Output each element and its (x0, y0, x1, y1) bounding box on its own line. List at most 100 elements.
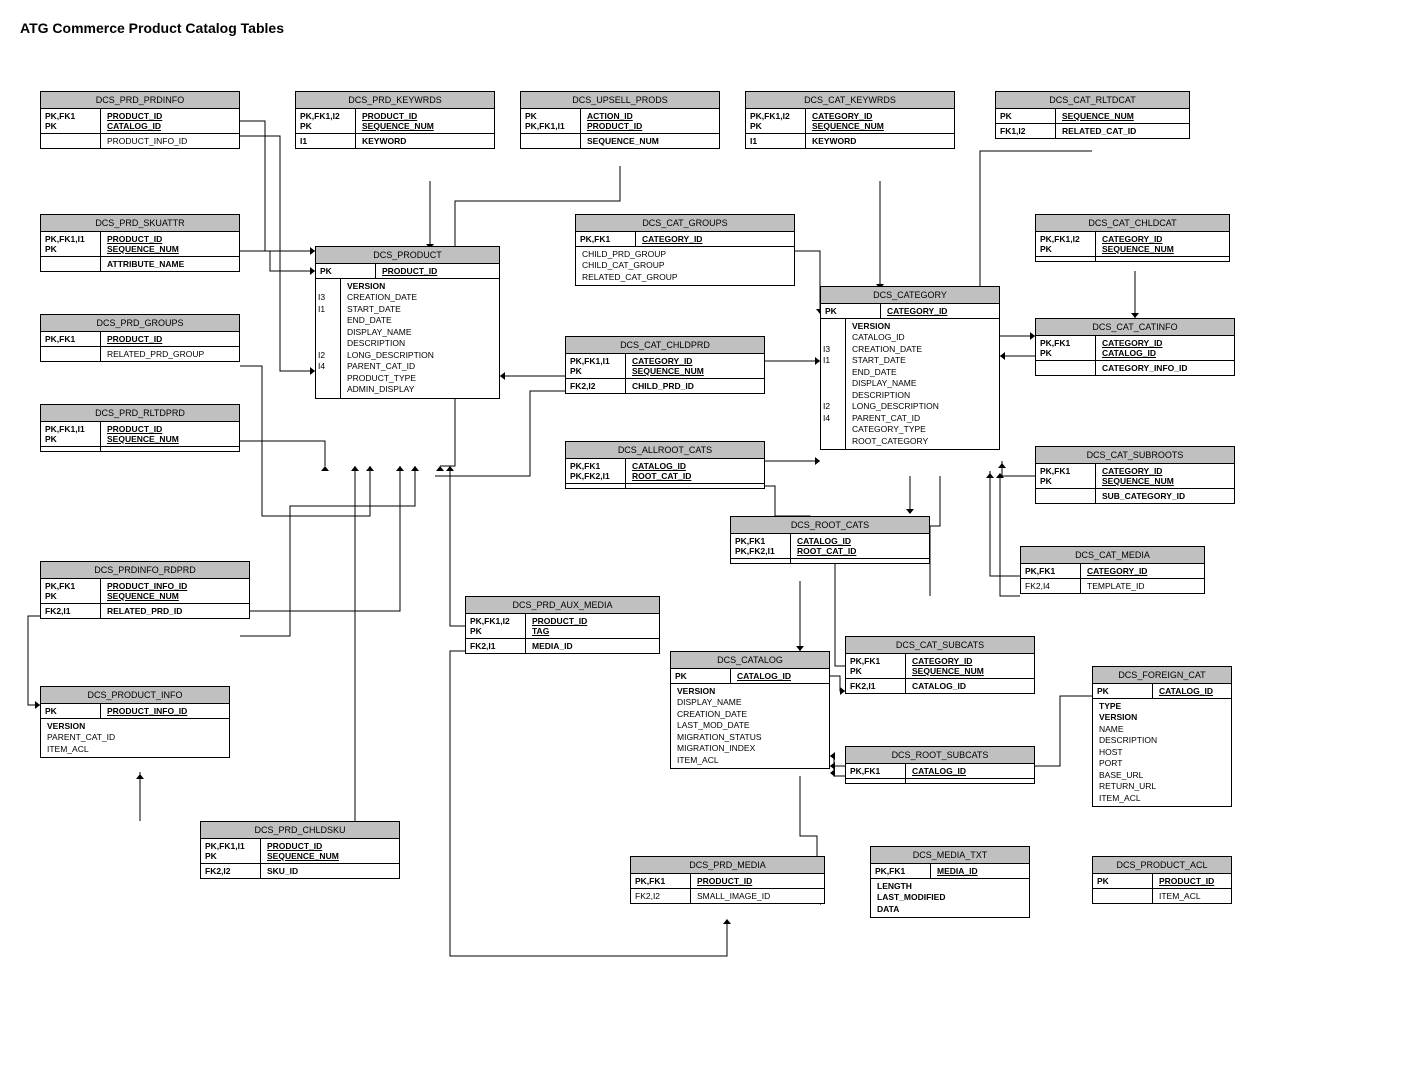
key-col: PK (1093, 874, 1153, 888)
column-name: CATEGORY_INFO_ID (1096, 361, 1234, 375)
column-name (1096, 257, 1229, 261)
entity-header: DCS_PRD_RLTDPRD (41, 405, 239, 422)
column-name: CHILD_PRD_ID (626, 379, 764, 393)
column-name: PRODUCT_INFO_IDSEQUENCE_NUM (101, 579, 249, 603)
key-col: PK (41, 704, 101, 718)
column-name: PRODUCT_INFO_ID (101, 704, 229, 718)
entity-header: DCS_PRODUCT_INFO (41, 687, 229, 704)
entity-media_txt: DCS_MEDIA_TXTPK,FK1MEDIA_IDLENGTHLAST_MO… (870, 846, 1030, 918)
key-col: PK (821, 304, 881, 318)
key-col: PK,FK1 (846, 764, 906, 778)
entity-header: DCS_ROOT_SUBCATS (846, 747, 1034, 764)
key-col: PK (316, 264, 376, 278)
entity-cat_subcats: DCS_CAT_SUBCATSPK,FK1PKCATEGORY_IDSEQUEN… (845, 636, 1035, 694)
entity-header: DCS_CAT_RLTDCAT (996, 92, 1189, 109)
column-name: PRODUCT_IDSEQUENCE_NUM (101, 232, 239, 256)
key-col: PK,FK1,I2PK (466, 614, 526, 638)
entity-cat_media: DCS_CAT_MEDIAPK,FK1CATEGORY_IDFK2,I4TEMP… (1020, 546, 1205, 594)
entity-header: DCS_CAT_MEDIA (1021, 547, 1204, 564)
column-name: PRODUCT_INFO_ID (101, 134, 239, 148)
key-col: PKPK,FK1,I1 (521, 109, 581, 133)
column-name: CATEGORY_IDSEQUENCE_NUM (1096, 464, 1234, 488)
column-name: SMALL_IMAGE_ID (691, 889, 824, 903)
key-col (731, 559, 791, 563)
entity-prd_keywrds: DCS_PRD_KEYWRDSPK,FK1,I2PKPRODUCT_IDSEQU… (295, 91, 495, 149)
entity-header: DCS_PRODUCT_ACL (1093, 857, 1231, 874)
diagram-canvas: DCS_PRD_PRDINFOPK,FK1PKPRODUCT_IDCATALOG… (20, 56, 1400, 1056)
entity-prd_prdinfo: DCS_PRD_PRDINFOPK,FK1PKPRODUCT_IDCATALOG… (40, 91, 240, 149)
entity-cat_keywrds: DCS_CAT_KEYWRDSPK,FK1,I2PKCATEGORY_IDSEQ… (745, 91, 955, 149)
column-name (101, 447, 239, 451)
entity-cat_groups: DCS_CAT_GROUPSPK,FK1CATEGORY_IDCHILD_PRD… (575, 214, 795, 286)
key-col: PK,FK1,I1PK (566, 354, 626, 378)
key-col: FK2,I4 (1021, 579, 1081, 593)
entity-category: DCS_CATEGORYPKCATEGORY_ID I3I1 I2I4 VERS… (820, 286, 1000, 450)
column-name: PRODUCT_ID (691, 874, 824, 888)
key-col (1093, 889, 1153, 903)
key-col: PK (671, 669, 731, 683)
key-col: PK,FK1PK (846, 654, 906, 678)
key-col: FK2,I2 (201, 864, 261, 878)
column-name: CATEGORY_ID (881, 304, 999, 318)
entity-aux_media: DCS_PRD_AUX_MEDIAPK,FK1,I2PKPRODUCT_IDTA… (465, 596, 660, 654)
entity-prd_skuattr: DCS_PRD_SKUATTRPK,FK1,I1PKPRODUCT_IDSEQU… (40, 214, 240, 272)
column-name: ATTRIBUTE_NAME (101, 257, 239, 271)
entity-product: DCS_PRODUCTPKPRODUCT_ID I3I1 I2I4 VERSIO… (315, 246, 500, 399)
key-col (1036, 489, 1096, 503)
column-name: SEQUENCE_NUM (581, 134, 719, 148)
column-name: PRODUCT_ID (376, 264, 499, 278)
key-col: FK2,I2 (566, 379, 626, 393)
column-name: RELATED_CAT_ID (1056, 124, 1189, 138)
key-col: PK,FK1PK,FK2,I1 (566, 459, 626, 483)
column-name: ACTION_IDPRODUCT_ID (581, 109, 719, 133)
column-name: PRODUCT_IDSEQUENCE_NUM (261, 839, 399, 863)
column-name: CATALOG_ID (1153, 684, 1231, 698)
entity-header: DCS_ROOT_CATS (731, 517, 929, 534)
column-name: KEYWORD (356, 134, 494, 148)
entity-header: DCS_PRD_PRDINFO (41, 92, 239, 109)
page-title: ATG Commerce Product Catalog Tables (20, 20, 1402, 36)
entity-header: DCS_ALLROOT_CATS (566, 442, 764, 459)
column-name (906, 779, 1034, 783)
column-name: PRODUCT_IDSEQUENCE_NUM (356, 109, 494, 133)
key-col (1036, 257, 1096, 261)
column-name (791, 559, 929, 563)
entity-catalog: DCS_CATALOGPKCATALOG_IDVERSIONDISPLAY_NA… (670, 651, 830, 769)
entity-foreign_cat: DCS_FOREIGN_CATPKCATALOG_IDTYPEVERSIONNA… (1092, 666, 1232, 807)
key-col (41, 447, 101, 451)
entity-cat_catinfo: DCS_CAT_CATINFOPK,FK1PKCATEGORY_IDCATALO… (1035, 318, 1235, 376)
column-name: PRODUCT_IDTAG (526, 614, 659, 638)
entity-root_subcats: DCS_ROOT_SUBCATSPK,FK1CATALOG_ID (845, 746, 1035, 784)
key-col: PK,FK1,I1PK (41, 422, 101, 446)
key-col (846, 779, 906, 783)
column-name: MEDIA_ID (526, 639, 659, 653)
entity-prd_groups: DCS_PRD_GROUPSPK,FK1PRODUCT_IDRELATED_PR… (40, 314, 240, 362)
entity-header: DCS_PRD_KEYWRDS (296, 92, 494, 109)
attributes: VERSIONPARENT_CAT_IDITEM_ACL (41, 719, 229, 757)
entity-header: DCS_PRD_GROUPS (41, 315, 239, 332)
key-col (521, 134, 581, 148)
attributes: CHILD_PRD_GROUPCHILD_CAT_GROUPRELATED_CA… (576, 247, 794, 285)
key-col: PK,FK1,I2PK (1036, 232, 1096, 256)
key-col: PK,FK1PK (41, 109, 101, 133)
column-name: RELATED_PRD_ID (101, 604, 249, 618)
key-col: PK,FK1,I1PK (201, 839, 261, 863)
entity-allroot: DCS_ALLROOT_CATSPK,FK1PK,FK2,I1CATALOG_I… (565, 441, 765, 489)
key-col: PK (996, 109, 1056, 123)
entity-header: DCS_PRD_AUX_MEDIA (466, 597, 659, 614)
attributes: LENGTHLAST_MODIFIEDDATA (871, 879, 1029, 917)
column-name: SUB_CATEGORY_ID (1096, 489, 1234, 503)
column-name: CATALOG_ID (906, 679, 1034, 693)
column-name: CATEGORY_IDCATALOG_ID (1096, 336, 1234, 360)
column-name: CATEGORY_ID (636, 232, 794, 246)
attributes: VERSIONDISPLAY_NAMECREATION_DATELAST_MOD… (671, 684, 829, 768)
key-col: PK,FK1,I1PK (41, 232, 101, 256)
key-col: PK,FK1 (871, 864, 931, 878)
entity-header: DCS_PRDINFO_RDPRD (41, 562, 249, 579)
column-name: KEYWORD (806, 134, 954, 148)
key-col: I1 (746, 134, 806, 148)
column-name: ITEM_ACL (1153, 889, 1231, 903)
entity-header: DCS_UPSELL_PRODS (521, 92, 719, 109)
key-col: PK,FK1 (631, 874, 691, 888)
entity-cat_chldprd: DCS_CAT_CHLDPRDPK,FK1,I1PKCATEGORY_IDSEQ… (565, 336, 765, 394)
